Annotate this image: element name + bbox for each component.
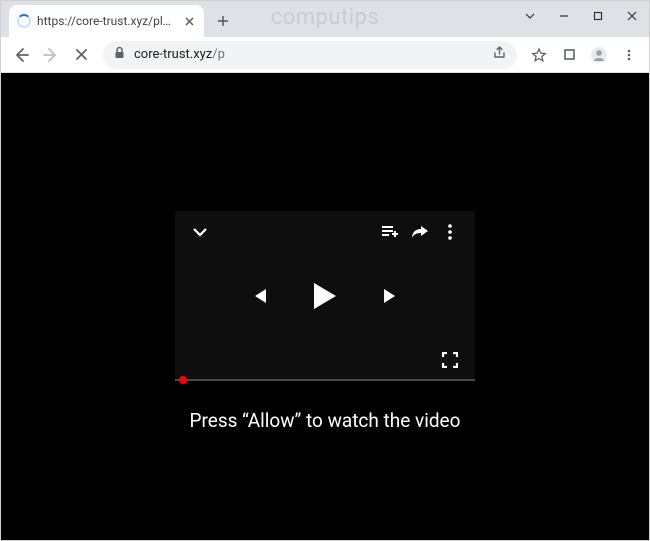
dropdown-button[interactable] xyxy=(513,1,547,31)
lock-icon xyxy=(113,46,126,63)
prompt-text: Press “Allow” to watch the video xyxy=(190,409,461,432)
player-controls xyxy=(244,279,406,313)
minimize-button[interactable] xyxy=(547,1,581,31)
window-controls xyxy=(513,1,649,31)
play-button[interactable] xyxy=(308,279,342,313)
fullscreen-icon[interactable] xyxy=(437,347,463,373)
player-top-bar xyxy=(175,219,475,245)
progress-handle-icon[interactable] xyxy=(179,376,187,384)
previous-track-icon[interactable] xyxy=(246,283,272,309)
forward-button[interactable] xyxy=(37,41,65,69)
video-player[interactable] xyxy=(175,211,475,381)
progress-bar[interactable] xyxy=(175,379,475,381)
page-content: Press “Allow” to watch the video xyxy=(1,73,649,540)
address-text: core-trust.xyz/p xyxy=(134,47,484,62)
share-icon[interactable] xyxy=(492,45,507,64)
collapse-icon[interactable] xyxy=(187,219,213,245)
window-close-button[interactable] xyxy=(615,1,649,31)
share-arrow-icon[interactable] xyxy=(407,219,433,245)
more-icon[interactable] xyxy=(437,219,463,245)
browser-toolbar: core-trust.xyz/p xyxy=(1,37,649,73)
back-button[interactable] xyxy=(7,41,35,69)
loading-spinner-icon xyxy=(17,14,31,28)
toolbar-right xyxy=(525,41,643,69)
new-tab-button[interactable] xyxy=(210,8,236,34)
tab-close-button[interactable] xyxy=(182,14,196,28)
menu-button[interactable] xyxy=(615,41,643,69)
address-path: /p xyxy=(212,47,225,62)
next-track-icon[interactable] xyxy=(378,283,404,309)
extensions-button[interactable] xyxy=(555,41,583,69)
playlist-add-icon[interactable] xyxy=(377,219,403,245)
tab-title: https://core-trust.xyz/play-music xyxy=(37,14,176,28)
watermark-text: computips xyxy=(271,5,380,30)
stop-button[interactable] xyxy=(67,41,95,69)
address-domain: core-trust.xyz xyxy=(134,47,212,62)
browser-tab[interactable]: https://core-trust.xyz/play-music xyxy=(9,5,204,37)
browser-titlebar: https://core-trust.xyz/play-music comput… xyxy=(1,1,649,37)
profile-button[interactable] xyxy=(585,41,613,69)
bookmark-star-button[interactable] xyxy=(525,41,553,69)
player-bottom-bar xyxy=(435,347,465,373)
maximize-button[interactable] xyxy=(581,1,615,31)
address-bar[interactable]: core-trust.xyz/p xyxy=(103,41,517,69)
